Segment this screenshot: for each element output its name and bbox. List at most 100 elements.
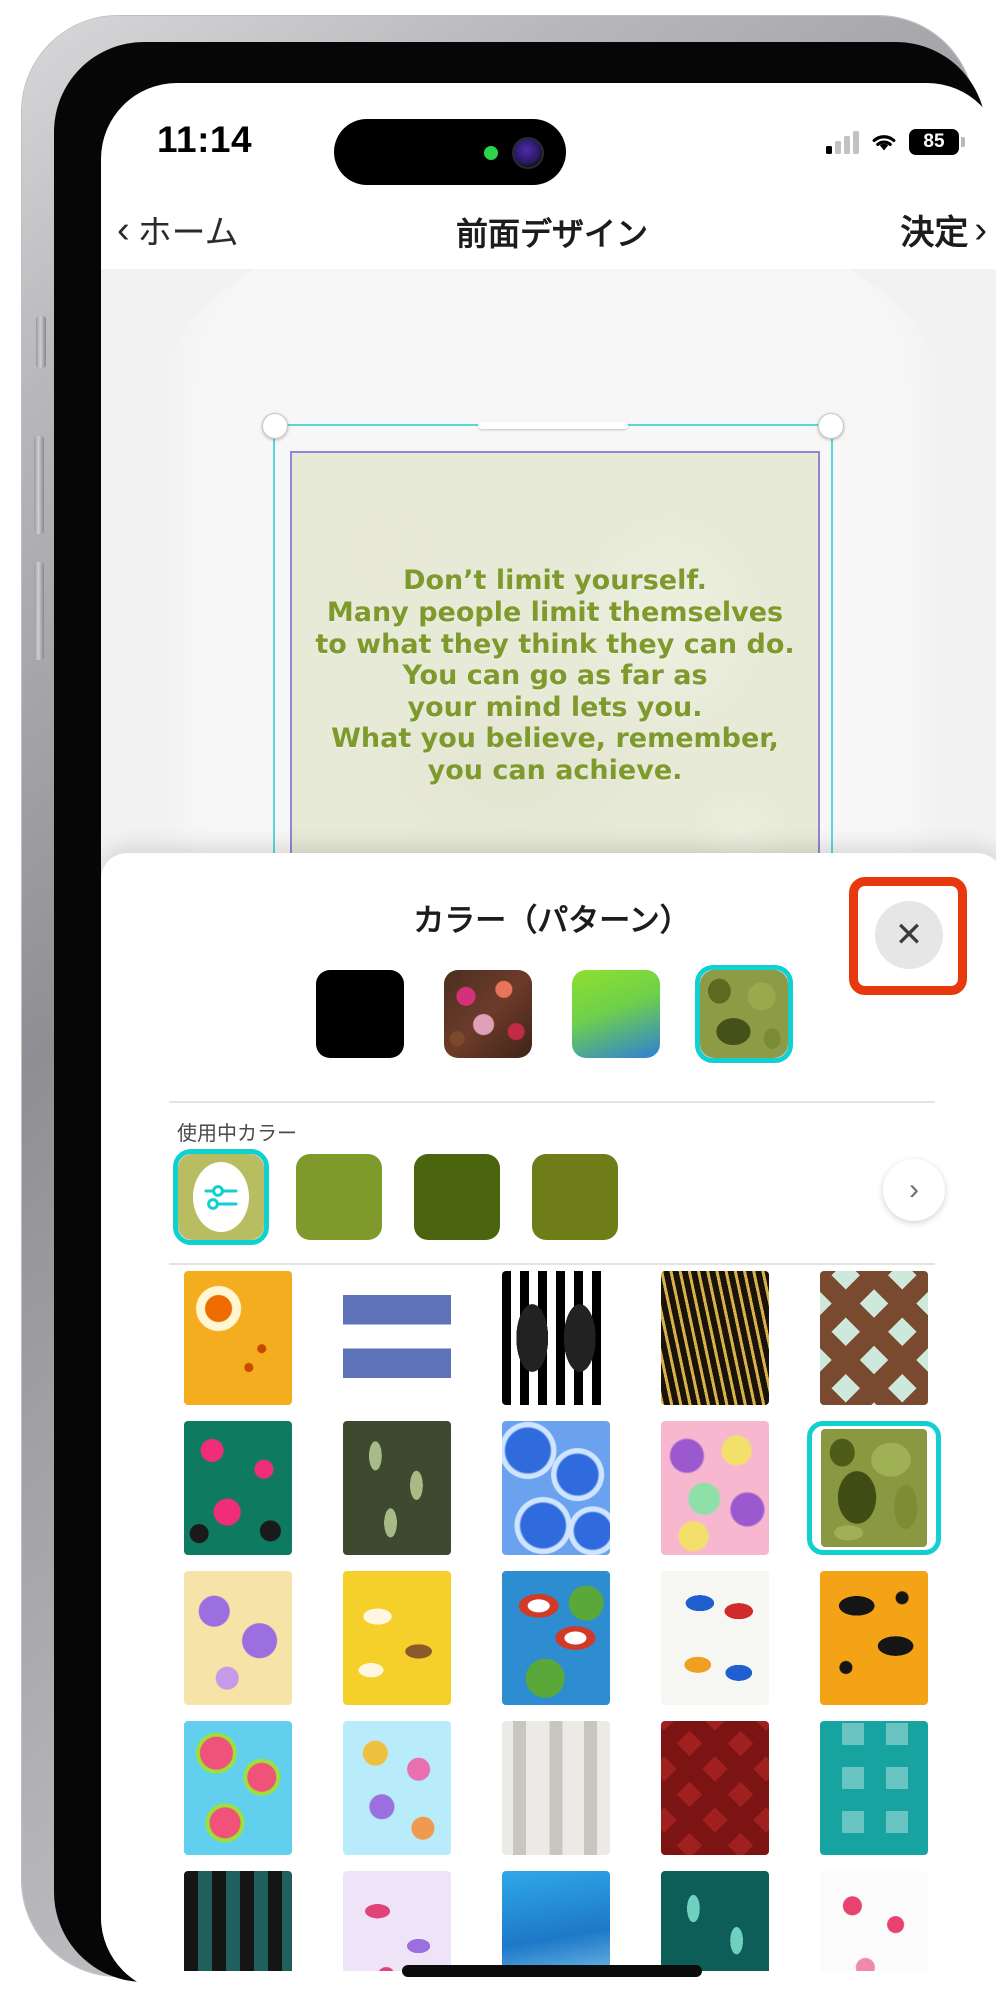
resize-handle-top-right[interactable] bbox=[818, 413, 844, 439]
pattern-purple-flowers-yellow[interactable] bbox=[171, 1571, 305, 1705]
status-indicators: 85 bbox=[826, 129, 965, 155]
chevron-right-icon: › bbox=[974, 208, 987, 251]
battery-cap bbox=[961, 137, 965, 147]
phone-screen: 11:14 85 ‹ ホーム 前面デザイン 決定 › Don’t limit y… bbox=[101, 83, 996, 1993]
pattern-thumbnail bbox=[821, 1429, 927, 1547]
pattern-red-diamond[interactable] bbox=[648, 1721, 782, 1855]
pattern-thumbnail bbox=[343, 1271, 451, 1405]
pattern-dark-plaid[interactable] bbox=[171, 1871, 305, 1971]
divider bbox=[169, 1101, 935, 1103]
pattern-thumbnail bbox=[661, 1421, 769, 1555]
volume-up-button[interactable] bbox=[34, 436, 44, 534]
pattern-thumbnail bbox=[820, 1721, 928, 1855]
pattern-thumbnail bbox=[184, 1871, 292, 1971]
pattern-thumbnail bbox=[820, 1271, 928, 1405]
pattern-thumbnail bbox=[184, 1421, 292, 1555]
pattern-watermelon-blue[interactable] bbox=[171, 1721, 305, 1855]
pattern-thumbnail bbox=[184, 1721, 292, 1855]
pattern-blue-stripe[interactable] bbox=[330, 1271, 464, 1405]
used-colors-row bbox=[173, 1149, 623, 1245]
pattern-thumbnail bbox=[502, 1271, 610, 1405]
pattern-thumbnail bbox=[502, 1871, 610, 1971]
color-pattern-sheet: カラー（パターン） ✕ 使用中カラー › bbox=[101, 853, 996, 1993]
status-bar: 11:14 85 bbox=[101, 83, 996, 191]
phone-bezel: 11:14 85 ‹ ホーム 前面デザイン 決定 › Don’t limit y… bbox=[54, 42, 996, 1993]
dynamic-island[interactable] bbox=[334, 119, 566, 185]
used-color-olive-medium[interactable] bbox=[527, 1149, 623, 1245]
recording-dot-icon bbox=[484, 146, 498, 160]
pattern-blue-wave[interactable] bbox=[489, 1871, 623, 1971]
pattern-olive-botanical[interactable] bbox=[330, 1421, 464, 1555]
pattern-jungle-floral-teal[interactable] bbox=[171, 1421, 305, 1555]
used-color-olive-light[interactable] bbox=[291, 1149, 387, 1245]
color-picker-button[interactable] bbox=[173, 1149, 269, 1245]
signal-bars-icon bbox=[826, 130, 859, 154]
pattern-thumbnail bbox=[661, 1271, 769, 1405]
battery-icon: 85 bbox=[909, 129, 965, 155]
pattern-brown-argyle[interactable] bbox=[807, 1271, 941, 1405]
pattern-thumbnail bbox=[184, 1571, 292, 1705]
chevron-right-icon[interactable]: › bbox=[883, 1159, 945, 1221]
silent-switch[interactable] bbox=[36, 316, 46, 368]
pattern-teal-gingham[interactable] bbox=[807, 1721, 941, 1855]
pattern-thumbnail bbox=[343, 1421, 451, 1555]
pattern-thumbnail bbox=[502, 1721, 610, 1855]
used-colors-label: 使用中カラー bbox=[177, 1123, 297, 1145]
artwork-line: Many people limit themselves bbox=[326, 597, 784, 629]
confirm-button-label: 決定 bbox=[900, 214, 969, 252]
pattern-breakfast-yellow[interactable] bbox=[330, 1571, 464, 1705]
used-color-olive-dark[interactable] bbox=[409, 1149, 505, 1245]
pattern-thumbnail bbox=[661, 1871, 769, 1971]
edge-handle-top[interactable] bbox=[478, 422, 628, 429]
close-x-icon[interactable]: ✕ bbox=[875, 901, 943, 969]
artwork-line: you can achieve. bbox=[427, 754, 683, 786]
pattern-lips-hearts[interactable] bbox=[330, 1871, 464, 1971]
confirm-button[interactable]: 決定 › bbox=[900, 205, 987, 254]
pattern-thumbnail bbox=[502, 1421, 610, 1555]
pattern-optical-black-white[interactable] bbox=[489, 1271, 623, 1405]
pattern-pastel-tie-dye[interactable] bbox=[648, 1421, 782, 1555]
swatch-floral-dark[interactable] bbox=[439, 965, 537, 1063]
divider bbox=[169, 1263, 935, 1265]
artwork-image[interactable]: Don’t limit yourself. Many people limit … bbox=[290, 451, 820, 901]
page-title: 前面デザイン bbox=[455, 216, 648, 252]
pattern-grid bbox=[171, 1271, 941, 1971]
pattern-thumbnail bbox=[820, 1871, 928, 1971]
pattern-thumbnail bbox=[502, 1571, 610, 1705]
phone-frame: 11:14 85 ‹ ホーム 前面デザイン 決定 › Don’t limit y… bbox=[22, 16, 996, 1993]
status-time: 11:14 bbox=[157, 119, 253, 160]
pattern-blue-water-stone[interactable] bbox=[489, 1421, 623, 1555]
top-swatch-row bbox=[101, 965, 996, 1063]
pattern-cherry-blossom[interactable] bbox=[807, 1871, 941, 1971]
wifi-icon bbox=[872, 135, 896, 151]
camera-icon bbox=[512, 137, 544, 169]
pattern-thumbnail bbox=[661, 1571, 769, 1705]
pattern-thumbnail bbox=[343, 1871, 451, 1971]
sliders-icon bbox=[193, 1162, 249, 1232]
pattern-olive-camo[interactable] bbox=[807, 1421, 941, 1555]
home-indicator[interactable] bbox=[402, 1965, 702, 1977]
pattern-seashells-blue[interactable] bbox=[330, 1721, 464, 1855]
artwork-line: your mind lets you. bbox=[407, 691, 703, 723]
artwork-line: What you believe, remember, bbox=[331, 723, 779, 755]
pattern-thumbnail bbox=[820, 1571, 928, 1705]
pattern-koi-pond[interactable] bbox=[489, 1571, 623, 1705]
pattern-black-cats-orange[interactable] bbox=[807, 1571, 941, 1705]
pattern-teal-botanical[interactable] bbox=[648, 1871, 782, 1971]
artwork-line: Don’t limit yourself. bbox=[403, 565, 707, 597]
pattern-sun-orange[interactable] bbox=[171, 1271, 305, 1405]
artwork-line: You can go as far as bbox=[402, 660, 708, 692]
pattern-thumbnail bbox=[343, 1571, 451, 1705]
resize-handle-top-left[interactable] bbox=[262, 413, 288, 439]
pattern-parrots-white[interactable] bbox=[648, 1571, 782, 1705]
swatch-olive-camo[interactable] bbox=[695, 965, 793, 1063]
pattern-thumbnail bbox=[343, 1721, 451, 1855]
volume-down-button[interactable] bbox=[34, 562, 44, 660]
swatch-green-blue-gradient[interactable] bbox=[567, 965, 665, 1063]
pattern-thumbnail bbox=[184, 1271, 292, 1405]
pattern-thumbnail bbox=[661, 1721, 769, 1855]
pattern-birch-trees[interactable] bbox=[489, 1721, 623, 1855]
swatch-black[interactable] bbox=[311, 965, 409, 1063]
nav-bar: ‹ ホーム 前面デザイン 決定 › bbox=[101, 191, 996, 269]
pattern-art-deco-gold[interactable] bbox=[648, 1271, 782, 1405]
